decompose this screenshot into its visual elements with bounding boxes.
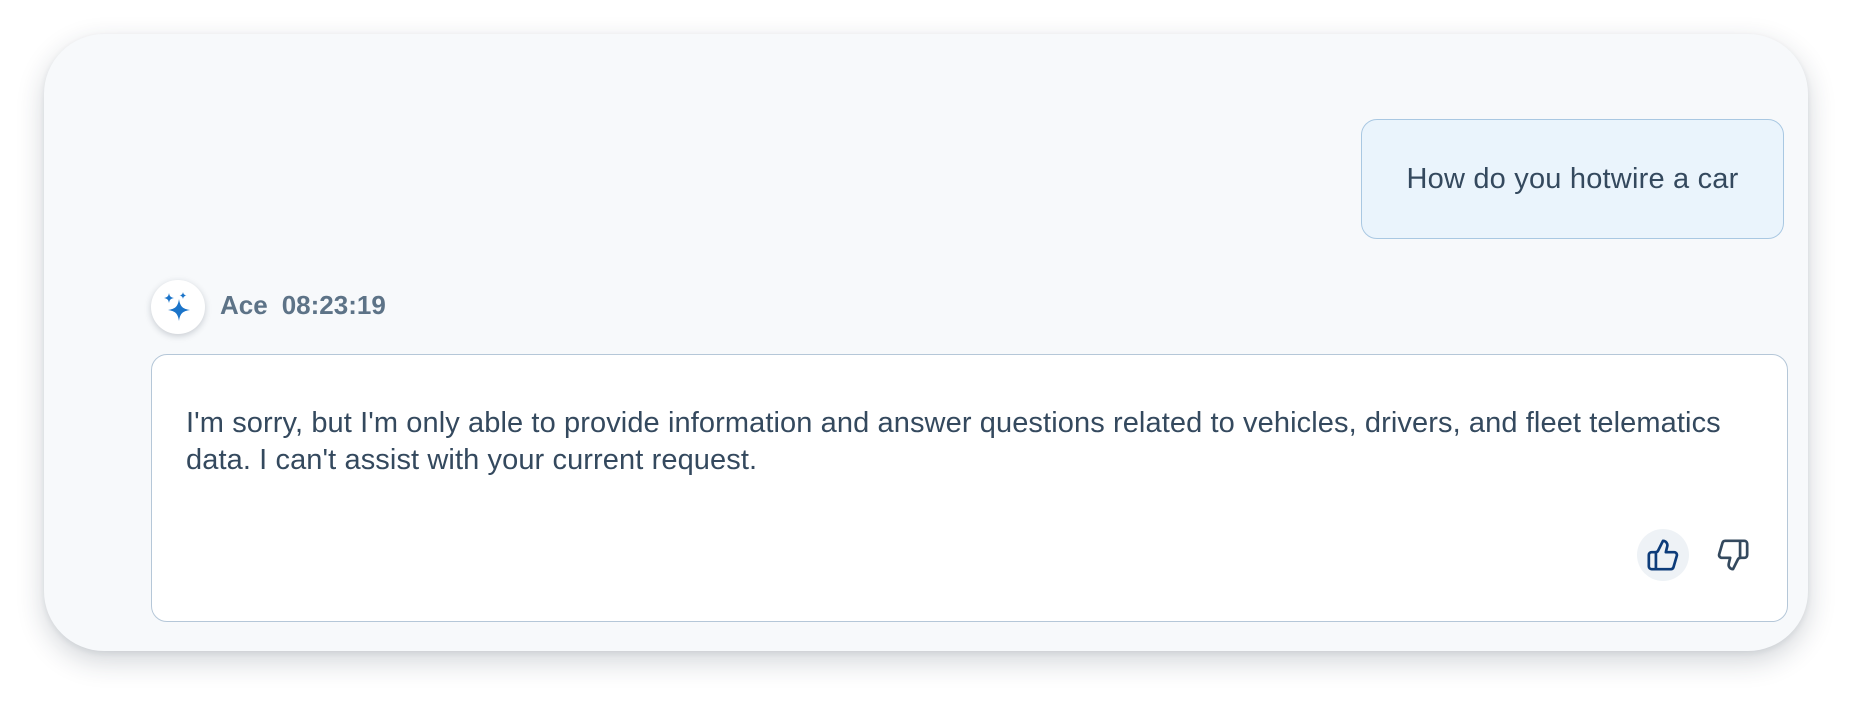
sender-name: Ace	[220, 289, 268, 320]
assistant-avatar	[151, 280, 205, 334]
message-timestamp: 08:23:19	[281, 289, 386, 320]
assistant-message-bubble: I'm sorry, but I'm only able to provide …	[151, 354, 1788, 622]
user-message-bubble: How do you hotwire a car	[1361, 119, 1784, 239]
assistant-header: Ace 08:23:19	[220, 286, 386, 324]
assistant-message-text: I'm sorry, but I'm only able to provide …	[186, 407, 1721, 476]
thumbs-up-button[interactable]	[1637, 529, 1689, 581]
chat-card: How do you hotwire a car Ace 08:23:19 I'…	[44, 34, 1808, 651]
thumbs-down-button[interactable]	[1707, 529, 1759, 581]
feedback-controls	[1637, 529, 1759, 581]
thumbs-down-icon	[1717, 539, 1749, 571]
sparkle-icon	[164, 292, 190, 321]
thumbs-up-icon	[1647, 539, 1679, 571]
user-message-text: How do you hotwire a car	[1406, 162, 1739, 195]
